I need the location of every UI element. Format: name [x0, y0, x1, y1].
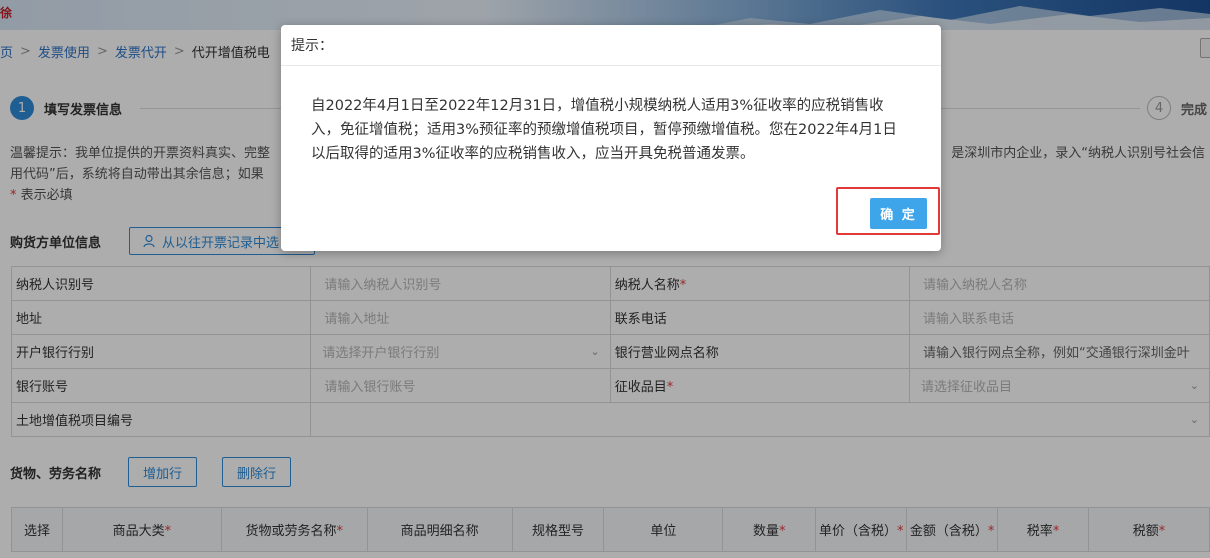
- notice-dialog: 提示： 自2022年4月1日至2022年12月31日，增值税小规模纳税人适用3%…: [281, 25, 941, 251]
- confirm-button[interactable]: 确 定: [870, 198, 927, 229]
- dialog-title: 提示：: [281, 25, 941, 66]
- dialog-message: 自2022年4月1日至2022年12月31日，增值税小规模纳税人适用3%征收率的…: [311, 98, 897, 162]
